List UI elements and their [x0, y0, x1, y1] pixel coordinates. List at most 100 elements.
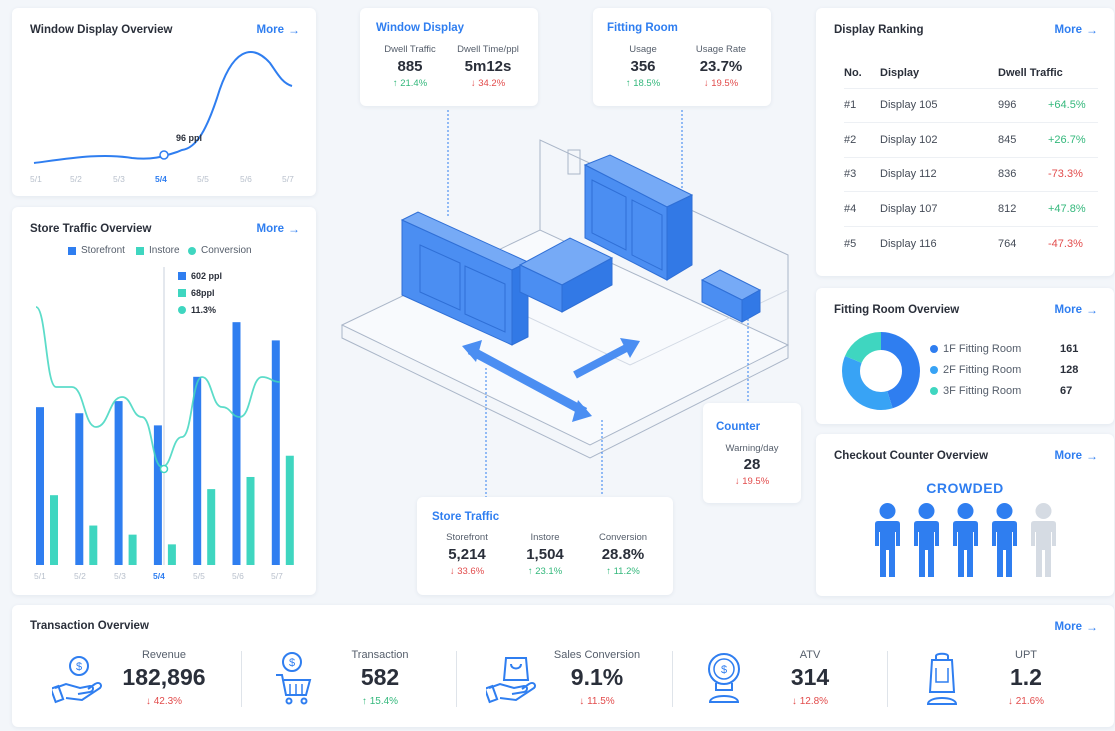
stat-dwell-time: Dwell Time/ppl 5m12s ↓ 34.2%: [457, 44, 519, 89]
sales-conversion-value: 9.1%: [570, 664, 624, 690]
bar-storefront: [114, 401, 123, 565]
transaction-label: Transaction: [351, 649, 409, 661]
table-row[interactable]: #4 Display 107 812 +47.8%: [844, 191, 1098, 226]
svg-text:$: $: [76, 661, 82, 673]
transaction-delta: ↑ 15.4%: [361, 696, 399, 707]
tooltip-storefront: 602 ppl: [178, 271, 222, 281]
table-row[interactable]: #1 Display 105 996 +64.5%: [844, 87, 1098, 123]
crowd-level-indicator: [872, 502, 1062, 582]
upt-label: UPT: [1015, 649, 1037, 661]
x-label-5-4: 5/4: [155, 174, 167, 184]
tooltip-instore: 68ppl: [178, 288, 215, 298]
bar-instore: [285, 455, 294, 565]
x-label-5-6: 5/6: [232, 571, 244, 581]
person-icon: [1028, 502, 1059, 582]
fitting-room-overview-card: Fitting Room Overview More → 1F Fitting R…: [816, 288, 1114, 424]
x-label-5-7: 5/7: [282, 174, 294, 184]
dwell-traffic-line: [33, 51, 293, 164]
bar-instore: [246, 476, 255, 565]
store-traffic-overview-card: Store Traffic Overview More → Storefront …: [12, 207, 316, 595]
card-title: Fitting Room Overview: [834, 304, 960, 316]
revenue-value: 182,896: [122, 664, 206, 690]
store-traffic-card[interactable]: Store Traffic Storefront 5,214 ↓ 33.6% I…: [417, 497, 673, 595]
arrow-right-icon: →: [1086, 23, 1098, 37]
bar-storefront: [36, 407, 44, 565]
col-display: Display: [880, 66, 920, 79]
x-label-5-5: 5/5: [193, 571, 205, 581]
more-link[interactable]: More →: [1055, 449, 1098, 463]
x-label-5-1: 5/1: [30, 174, 42, 184]
x-label-5-6: 5/6: [240, 174, 252, 184]
hand-bag-icon: [486, 657, 537, 704]
bar-storefront: [232, 322, 241, 565]
fitting-room-donut-chart: [842, 332, 920, 410]
card-title: Transaction Overview: [30, 620, 149, 632]
arrow-right-icon: →: [1086, 303, 1098, 317]
display-ranking-card: Display Ranking More → No. Display Dwell …: [816, 8, 1114, 276]
cart-coin-icon: $: [276, 652, 312, 705]
bar-instore: [50, 495, 58, 565]
upt-value: 1.2: [1010, 664, 1042, 690]
crowd-status: CROWDED: [926, 480, 1004, 496]
revenue-label: Revenue: [141, 649, 187, 661]
person-icon: [989, 502, 1020, 582]
more-link[interactable]: More →: [1055, 620, 1098, 634]
atv-label: ATV: [799, 649, 821, 661]
card-title: Checkout Counter Overview: [834, 450, 989, 462]
conversion-hover-point: [159, 464, 169, 474]
value-1f-fitting-room: 161: [1060, 343, 1079, 355]
stat-warning: Warning/day 28 ↓ 19.5%: [725, 443, 779, 487]
x-label-5-7: 5/7: [271, 571, 283, 581]
more-link[interactable]: More →: [1055, 303, 1098, 317]
x-label-5-2: 5/2: [70, 174, 82, 184]
value-3f-fitting-room: 67: [1060, 385, 1073, 397]
upt-delta: ↓ 21.6%: [1007, 696, 1045, 707]
x-label-5-5: 5/5: [197, 174, 209, 184]
stat-usage: Usage 356 ↑ 18.5%: [625, 44, 661, 89]
col-no: No.: [844, 66, 862, 79]
more-link[interactable]: More →: [1055, 23, 1098, 37]
col-dwell-traffic: Dwell Traffic: [998, 66, 1063, 79]
ranking-table: No. Display Dwell Traffic #1 Display 105…: [844, 58, 1098, 261]
shopping-bag-icon: [926, 652, 958, 705]
table-row[interactable]: #3 Display 112 836 -73.3%: [844, 156, 1098, 192]
x-label-5-2: 5/2: [74, 571, 86, 581]
counter-card[interactable]: Counter Warning/day 28 ↓ 19.5%: [703, 403, 801, 503]
stat-storefront: Storefront 5,214 ↓ 33.6%: [446, 532, 488, 577]
bar-storefront: [153, 425, 162, 565]
divider: [241, 651, 242, 707]
stat-instore: Instore 1,504 ↑ 23.1%: [526, 532, 564, 577]
revenue-delta: ↓ 42.3%: [145, 696, 183, 707]
divider: [456, 651, 457, 707]
card-title: Window Display: [376, 22, 465, 34]
x-label-5-3: 5/3: [113, 174, 125, 184]
atv-delta: ↓ 12.8%: [791, 696, 829, 707]
x-label-5-3: 5/3: [114, 571, 126, 581]
stat-conversion: Conversion 28.8% ↑ 11.2%: [598, 532, 648, 577]
arrow-right-icon: →: [1086, 449, 1098, 463]
legend-3f-fitting-room: 3F Fitting Room: [930, 385, 1021, 397]
bar-instore: [128, 534, 137, 565]
sales-conversion-label: Sales Conversion: [553, 649, 641, 661]
bar-instore: [167, 544, 176, 565]
person-icon: [911, 502, 942, 582]
bar-instore: [207, 489, 216, 565]
bar-instore: [89, 525, 98, 565]
legend-1f-fitting-room: 1F Fitting Room: [930, 343, 1021, 355]
fitting-room-card[interactable]: Fitting Room Usage 356 ↑ 18.5% Usage Rat…: [593, 8, 771, 106]
hover-point: [159, 150, 169, 160]
svg-text:$: $: [721, 664, 727, 676]
chart-tooltip: 602 ppl 68ppl 11.3%: [168, 267, 228, 327]
table-row[interactable]: #5 Display 116 764 -47.3%: [844, 225, 1098, 261]
bar-storefront: [271, 340, 280, 565]
card-title: Fitting Room: [607, 22, 678, 34]
person-icon: [872, 502, 903, 582]
divider: [887, 651, 888, 707]
table-row[interactable]: #2 Display 102 845 +26.7%: [844, 122, 1098, 157]
window-display-card[interactable]: Window Display Dwell Traffic 885 ↑ 21.4%…: [360, 8, 538, 106]
x-label-5-4: 5/4: [153, 571, 165, 581]
bar-storefront: [193, 376, 202, 565]
bar-storefront: [75, 413, 84, 565]
card-title: Display Ranking: [834, 24, 924, 36]
legend-2f-fitting-room: 2F Fitting Room: [930, 364, 1021, 376]
